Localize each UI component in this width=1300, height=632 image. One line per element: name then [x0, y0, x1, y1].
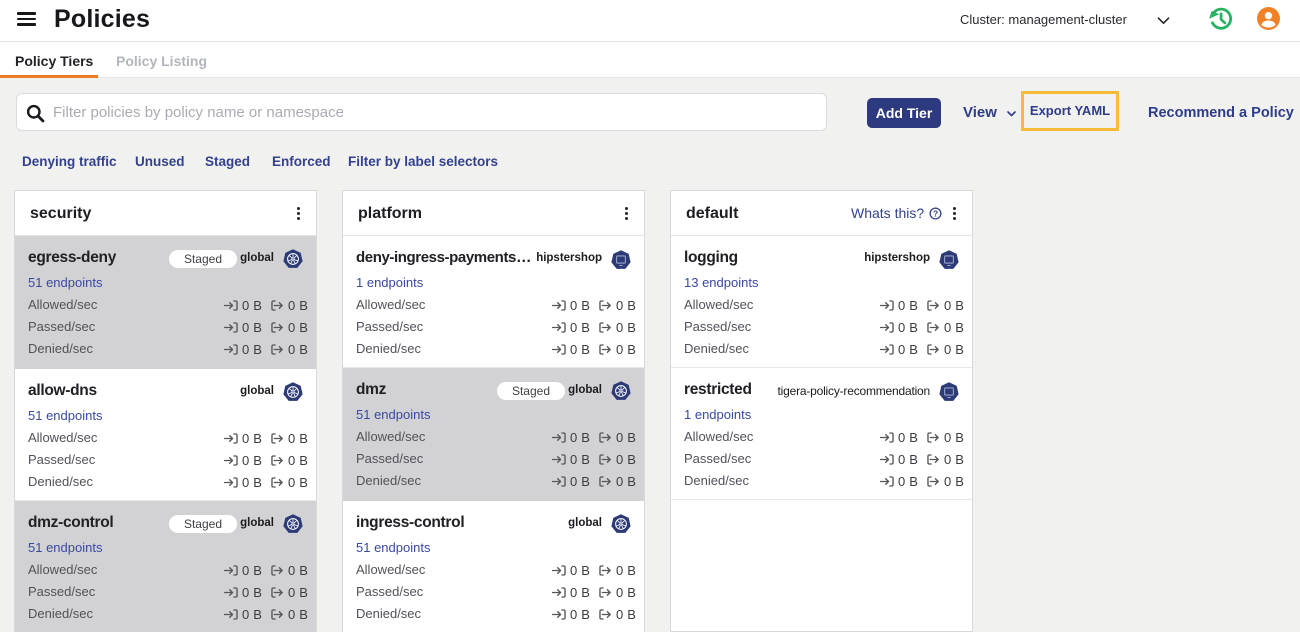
- svg-text:?: ?: [933, 208, 938, 218]
